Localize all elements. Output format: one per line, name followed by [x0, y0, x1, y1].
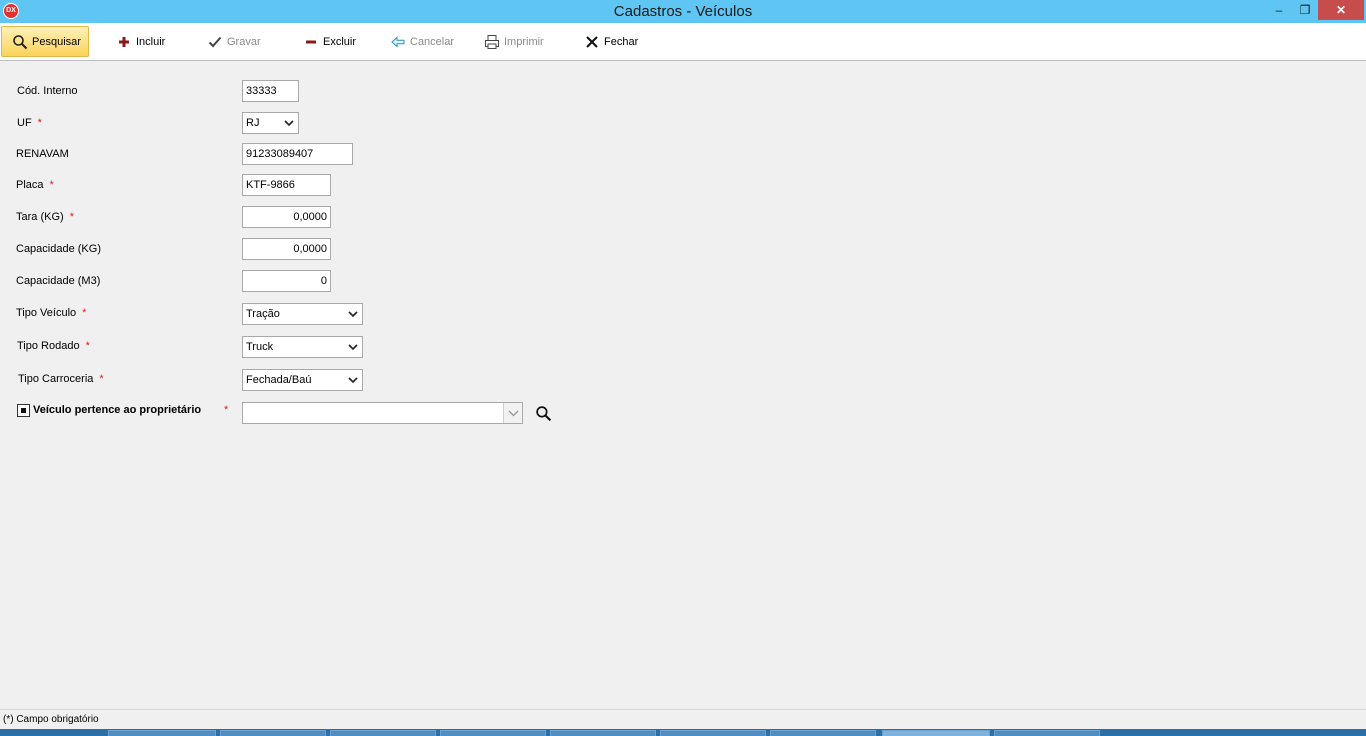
- toolbar: Pesquisar Incluir Gravar Excluir Cancela…: [0, 23, 1366, 61]
- tipo-rodado-label: Tipo Rodado *: [17, 340, 90, 352]
- excluir-label: Excluir: [323, 35, 357, 48]
- required-mark: *: [224, 404, 229, 416]
- tara-input[interactable]: 0,0000: [242, 206, 331, 228]
- cod-interno-input[interactable]: 33333: [242, 80, 299, 102]
- capacidade-m3-label: Capacidade (M3): [16, 275, 101, 287]
- chevron-down-icon: [284, 120, 294, 127]
- close-icon: [586, 35, 598, 48]
- chevron-down-icon: [348, 377, 358, 384]
- uf-value: RJ: [246, 117, 260, 129]
- window-title: Cadastros - Veículos: [613, 3, 753, 20]
- proprietario-combo[interactable]: [242, 402, 523, 424]
- imprimir-label: Imprimir: [504, 35, 544, 48]
- taskbar-item[interactable]: [660, 730, 766, 736]
- tipo-veiculo-value: Tração: [246, 308, 280, 320]
- required-mark: *: [82, 307, 87, 319]
- search-icon[interactable]: [535, 405, 552, 422]
- taskbar-item[interactable]: [330, 730, 436, 736]
- taskbar-item[interactable]: [550, 730, 656, 736]
- capacidade-m3-input[interactable]: 0: [242, 270, 331, 292]
- cancelar-button[interactable]: Cancelar: [380, 26, 470, 57]
- taskbar-item[interactable]: [440, 730, 546, 736]
- tipo-carroceria-value: Fechada/Baú: [246, 374, 312, 386]
- taskbar-item-active[interactable]: [882, 730, 990, 736]
- uf-select[interactable]: RJ: [242, 112, 299, 134]
- chevron-down-icon: [348, 344, 358, 351]
- title-bar: DX Cadastros - Veículos – ❐ ✕: [0, 0, 1366, 23]
- proprietario-checkbox[interactable]: [17, 404, 30, 417]
- required-mark: *: [69, 211, 74, 223]
- tipo-rodado-value: Truck: [246, 341, 274, 353]
- placa-input[interactable]: KTF-9866: [242, 174, 331, 196]
- check-icon: [208, 36, 222, 47]
- fechar-label: Fechar: [604, 35, 639, 48]
- required-mark: *: [85, 340, 90, 352]
- gravar-label: Gravar: [227, 35, 261, 48]
- incluir-button[interactable]: Incluir: [106, 26, 186, 57]
- taskbar-item[interactable]: [770, 730, 876, 736]
- tipo-rodado-select[interactable]: Truck: [242, 336, 363, 358]
- status-text: (*) Campo obrigatório: [3, 714, 99, 725]
- tipo-veiculo-label: Tipo Veículo *: [16, 307, 87, 319]
- tipo-veiculo-select[interactable]: Tração: [242, 303, 363, 325]
- taskbar-item[interactable]: [994, 730, 1100, 736]
- minus-icon: [306, 40, 316, 43]
- excluir-button[interactable]: Excluir: [293, 26, 373, 57]
- proprietario-dropdown-button[interactable]: [503, 403, 522, 423]
- proprietario-label: Veículo pertence ao proprietário: [33, 404, 202, 416]
- imprimir-button[interactable]: Imprimir: [474, 26, 564, 57]
- required-mark: *: [37, 117, 42, 129]
- fechar-button[interactable]: Fechar: [574, 26, 654, 57]
- plus-icon: [119, 36, 129, 47]
- incluir-label: Incluir: [136, 35, 166, 48]
- search-icon: [13, 34, 28, 49]
- taskbar-item[interactable]: [220, 730, 326, 736]
- pesquisar-label: Pesquisar: [32, 35, 81, 48]
- tipo-carroceria-label: Tipo Carroceria *: [18, 373, 104, 385]
- restore-button[interactable]: ❐: [1292, 0, 1318, 20]
- gravar-button[interactable]: Gravar: [197, 26, 277, 57]
- capacidade-kg-input[interactable]: 0,0000: [242, 238, 331, 260]
- printer-icon: [485, 34, 499, 49]
- window-close-button[interactable]: ✕: [1318, 0, 1364, 20]
- renavam-input[interactable]: 91233089407: [242, 143, 353, 165]
- chevron-down-icon: [348, 311, 358, 318]
- placa-label: Placa *: [16, 179, 54, 191]
- status-bar: (*) Campo obrigatório: [0, 709, 1366, 729]
- taskbar-item[interactable]: [108, 730, 216, 736]
- minimize-button[interactable]: –: [1266, 0, 1292, 20]
- tipo-carroceria-select[interactable]: Fechada/Baú: [242, 369, 363, 391]
- renavam-label: RENAVAM: [16, 148, 69, 160]
- tara-label: Tara (KG) *: [16, 211, 74, 223]
- pesquisar-button[interactable]: Pesquisar: [1, 26, 89, 57]
- taskbar: [0, 729, 1366, 736]
- capacidade-kg-label: Capacidade (KG): [16, 243, 101, 255]
- cod-interno-label: Cód. Interno: [17, 85, 78, 97]
- back-arrow-icon: [391, 35, 405, 48]
- required-mark: *: [49, 179, 54, 191]
- chevron-down-icon: [508, 410, 519, 417]
- uf-label: UF *: [17, 117, 42, 129]
- cancelar-label: Cancelar: [410, 35, 455, 48]
- required-mark: *: [99, 373, 104, 385]
